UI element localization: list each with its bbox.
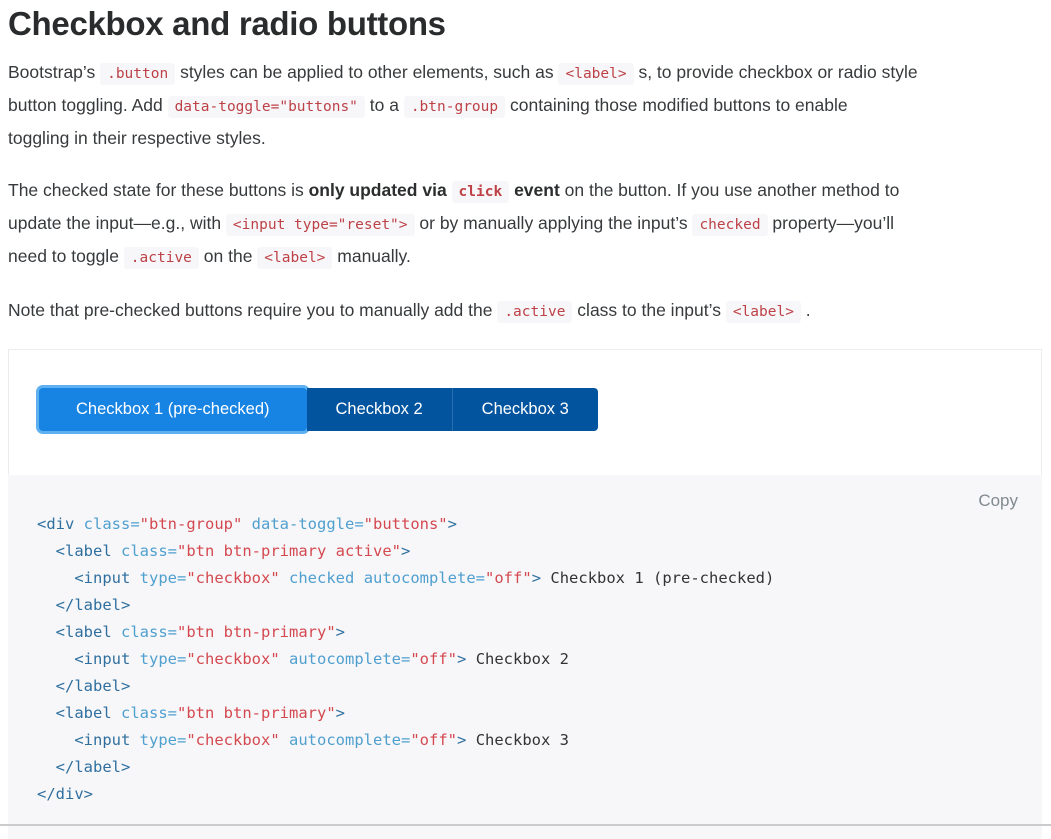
code-line: <label class="btn btn-primary active"> (37, 538, 1042, 565)
toggle-button-2[interactable]: Checkbox 2 (307, 388, 452, 431)
inline-code: <input type="reset"> (226, 214, 415, 236)
inline-code: .active (124, 247, 199, 269)
paragraph-text: Bootstrap’s (8, 62, 100, 82)
paragraph-text: The checked state for these buttons is (8, 180, 309, 200)
paragraph-text: toggling in their respective styles. (8, 128, 266, 148)
inline-code: data-toggle="buttons" (168, 96, 365, 118)
code-line: <div class="btn-group" data-toggle="butt… (37, 511, 1042, 538)
code-line: <input type="checkbox" autocomplete="off… (37, 646, 1042, 673)
toggle-button-3[interactable]: Checkbox 3 (452, 388, 598, 431)
paragraph-text: manually. (332, 246, 410, 266)
checked-state-paragraph: The checked state for these buttons is o… (8, 175, 1042, 274)
inline-code: <label> (726, 301, 801, 323)
inline-code: .btn-group (404, 96, 505, 118)
paragraph-text: containing those modified buttons to ena… (505, 95, 847, 115)
paragraph-text: class to the input’s (572, 300, 725, 320)
intro-paragraph: Bootstrap’s .button styles can be applie… (8, 57, 1042, 154)
paragraph-text: on the button. If you use another method… (560, 180, 900, 200)
paragraph-text: styles can be applied to other elements,… (175, 62, 558, 82)
code-pre: <div class="btn-group" data-toggle="butt… (37, 511, 1042, 808)
button-label: Checkbox 3 (482, 400, 569, 419)
docs-page: Checkbox and radio buttons Bootstrap’s .… (0, 4, 1051, 839)
code-line: <input type="checkbox" autocomplete="off… (37, 727, 1042, 754)
code-line: </div> (37, 781, 1042, 808)
paragraph-text: button toggling. Add (8, 95, 168, 115)
button-label: Checkbox 2 (336, 400, 423, 419)
paragraph-text: . (801, 300, 811, 320)
inline-code: checked (692, 214, 767, 236)
code-line: </label> (37, 592, 1042, 619)
code-line: <label class="btn btn-primary"> (37, 700, 1042, 727)
bold-text: event (509, 180, 560, 200)
checkbox-button-group: Checkbox 1 (pre-checked) Checkbox 2 Checkb… (39, 388, 598, 431)
paragraph-text: on the (199, 246, 257, 266)
paragraph-text: to a (365, 95, 404, 115)
paragraph-text: need to toggle (8, 246, 124, 266)
paragraph-text: s, to provide checkbox or radio style (634, 62, 918, 82)
paragraph-text: Note that pre-checked buttons require yo… (8, 300, 497, 320)
section-divider (0, 824, 1051, 826)
pre-checked-note-paragraph: Note that pre-checked buttons require yo… (8, 295, 1042, 328)
inline-code: <label> (558, 63, 633, 85)
code-line: </label> (37, 754, 1042, 781)
inline-code: .button (100, 63, 175, 85)
copy-button[interactable]: Copy (978, 491, 1018, 511)
paragraph-text: update the input—e.g., with (8, 213, 226, 233)
inline-code: .active (497, 301, 572, 323)
paragraph-text: or by manually applying the input’s (415, 213, 693, 233)
code-line: <label class="btn btn-primary"> (37, 619, 1042, 646)
code-line: </label> (37, 673, 1042, 700)
code-content: <div class="btn-group" data-toggle="butt… (37, 511, 1042, 808)
toggle-button-1[interactable]: Checkbox 1 (pre-checked) (39, 388, 307, 431)
inline-code: click (452, 181, 510, 203)
button-label: Checkbox 1 (pre-checked) (76, 400, 270, 419)
page-title: Checkbox and radio buttons (8, 4, 1042, 44)
code-line: <input type="checkbox" checked autocompl… (37, 565, 1042, 592)
code-block: Copy <div class="btn-group" data-toggle=… (8, 475, 1042, 839)
live-example: Checkbox 1 (pre-checked) Checkbox 2 Checkb… (8, 349, 1042, 475)
inline-code: <label> (257, 247, 332, 269)
paragraph-text: property—you’ll (768, 213, 894, 233)
bold-text: only updated via (309, 180, 452, 200)
